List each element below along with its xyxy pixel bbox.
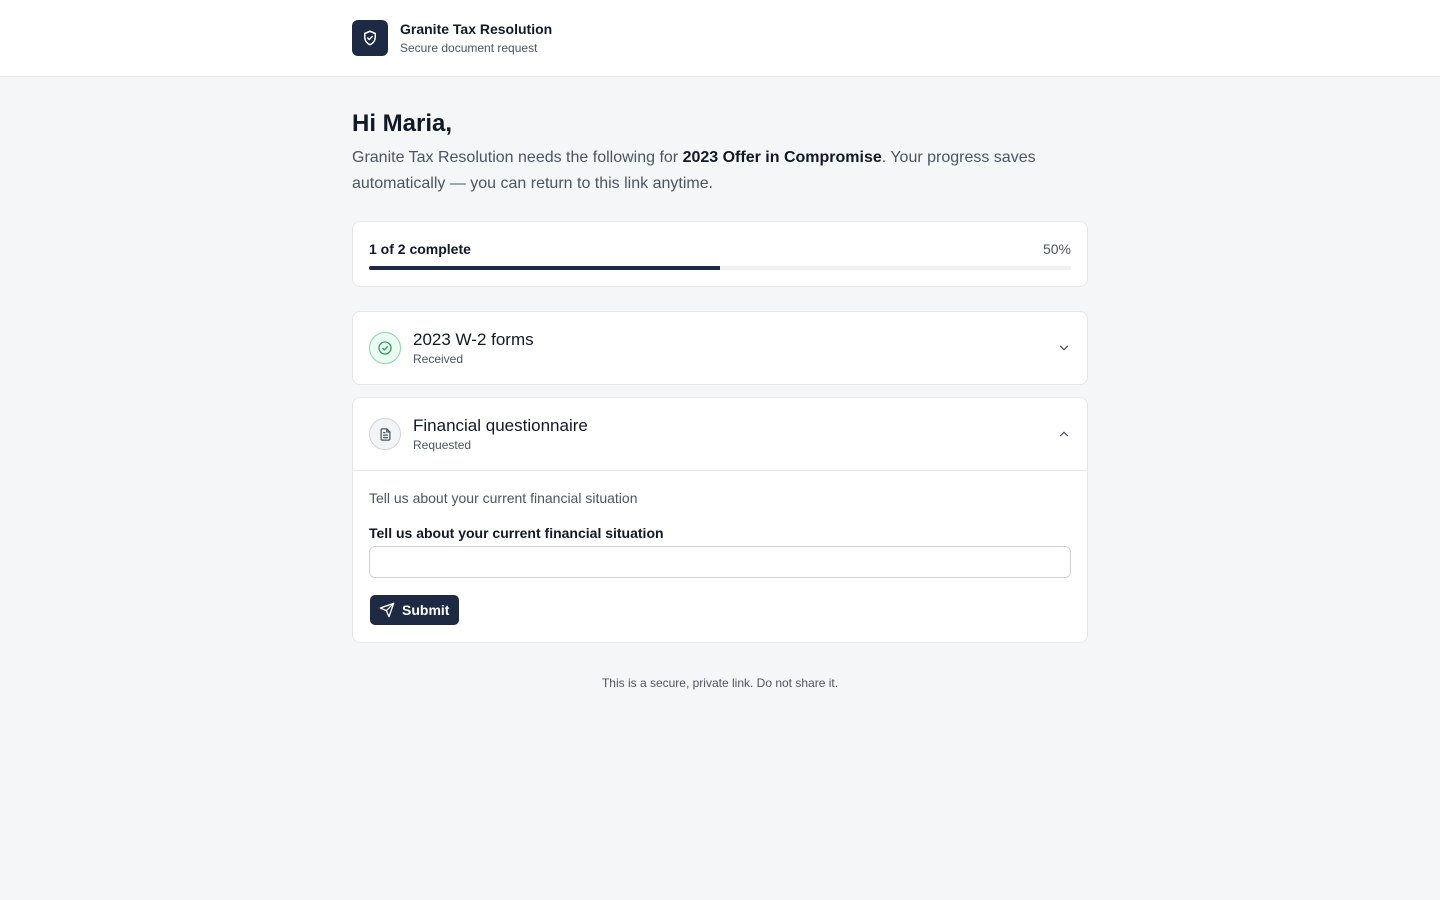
send-icon	[379, 602, 395, 618]
financial-situation-label: Tell us about your current financial sit…	[369, 525, 664, 541]
submit-button-label: Submit	[402, 602, 450, 618]
check-circle-icon	[369, 332, 401, 364]
progress-bar	[369, 266, 1071, 270]
progress-label: 1 of 2 complete	[369, 241, 471, 257]
request-item-title: Financial questionnaire	[413, 416, 588, 435]
chevron-up-icon[interactable]	[1057, 427, 1071, 441]
request-name: 2023 Offer in Compromise	[682, 149, 882, 166]
intro-text-before: Granite Tax Resolution needs the followi…	[352, 149, 683, 166]
document-icon	[369, 418, 401, 450]
questionnaire-description: Tell us about your current financial sit…	[369, 490, 638, 506]
request-item-status: Received	[413, 352, 464, 366]
progress-percent: 50%	[1042, 241, 1071, 257]
request-item-w2: 2023 W-2 forms Received	[352, 311, 1088, 385]
request-item-financial-questionnaire: Financial questionnaire Requested Tell u…	[352, 397, 1088, 643]
shield-check-icon	[352, 20, 388, 56]
request-item-status: Requested	[413, 438, 472, 452]
greeting-heading: Hi Maria,	[352, 110, 453, 137]
progress-bar-fill	[369, 266, 720, 270]
intro-text: Granite Tax Resolution needs the followi…	[352, 145, 1088, 197]
request-item-title: 2023 W-2 forms	[413, 330, 534, 349]
submit-button[interactable]: Submit	[370, 595, 460, 625]
request-item-body: Tell us about your current financial sit…	[353, 470, 1087, 642]
footer-note: This is a secure, private link. Do not s…	[601, 676, 839, 690]
request-item-header[interactable]: Financial questionnaire Requested	[353, 398, 1087, 470]
top-header: Granite Tax Resolution Secure document r…	[0, 0, 1440, 77]
progress-card: 1 of 2 complete 50%	[352, 221, 1088, 287]
brand-name: Granite Tax Resolution	[400, 21, 553, 37]
request-item-header[interactable]: 2023 W-2 forms Received	[353, 312, 1087, 384]
chevron-down-icon[interactable]	[1057, 341, 1071, 355]
brand-subtitle: Secure document request	[400, 41, 538, 55]
financial-situation-input[interactable]	[369, 546, 1071, 578]
